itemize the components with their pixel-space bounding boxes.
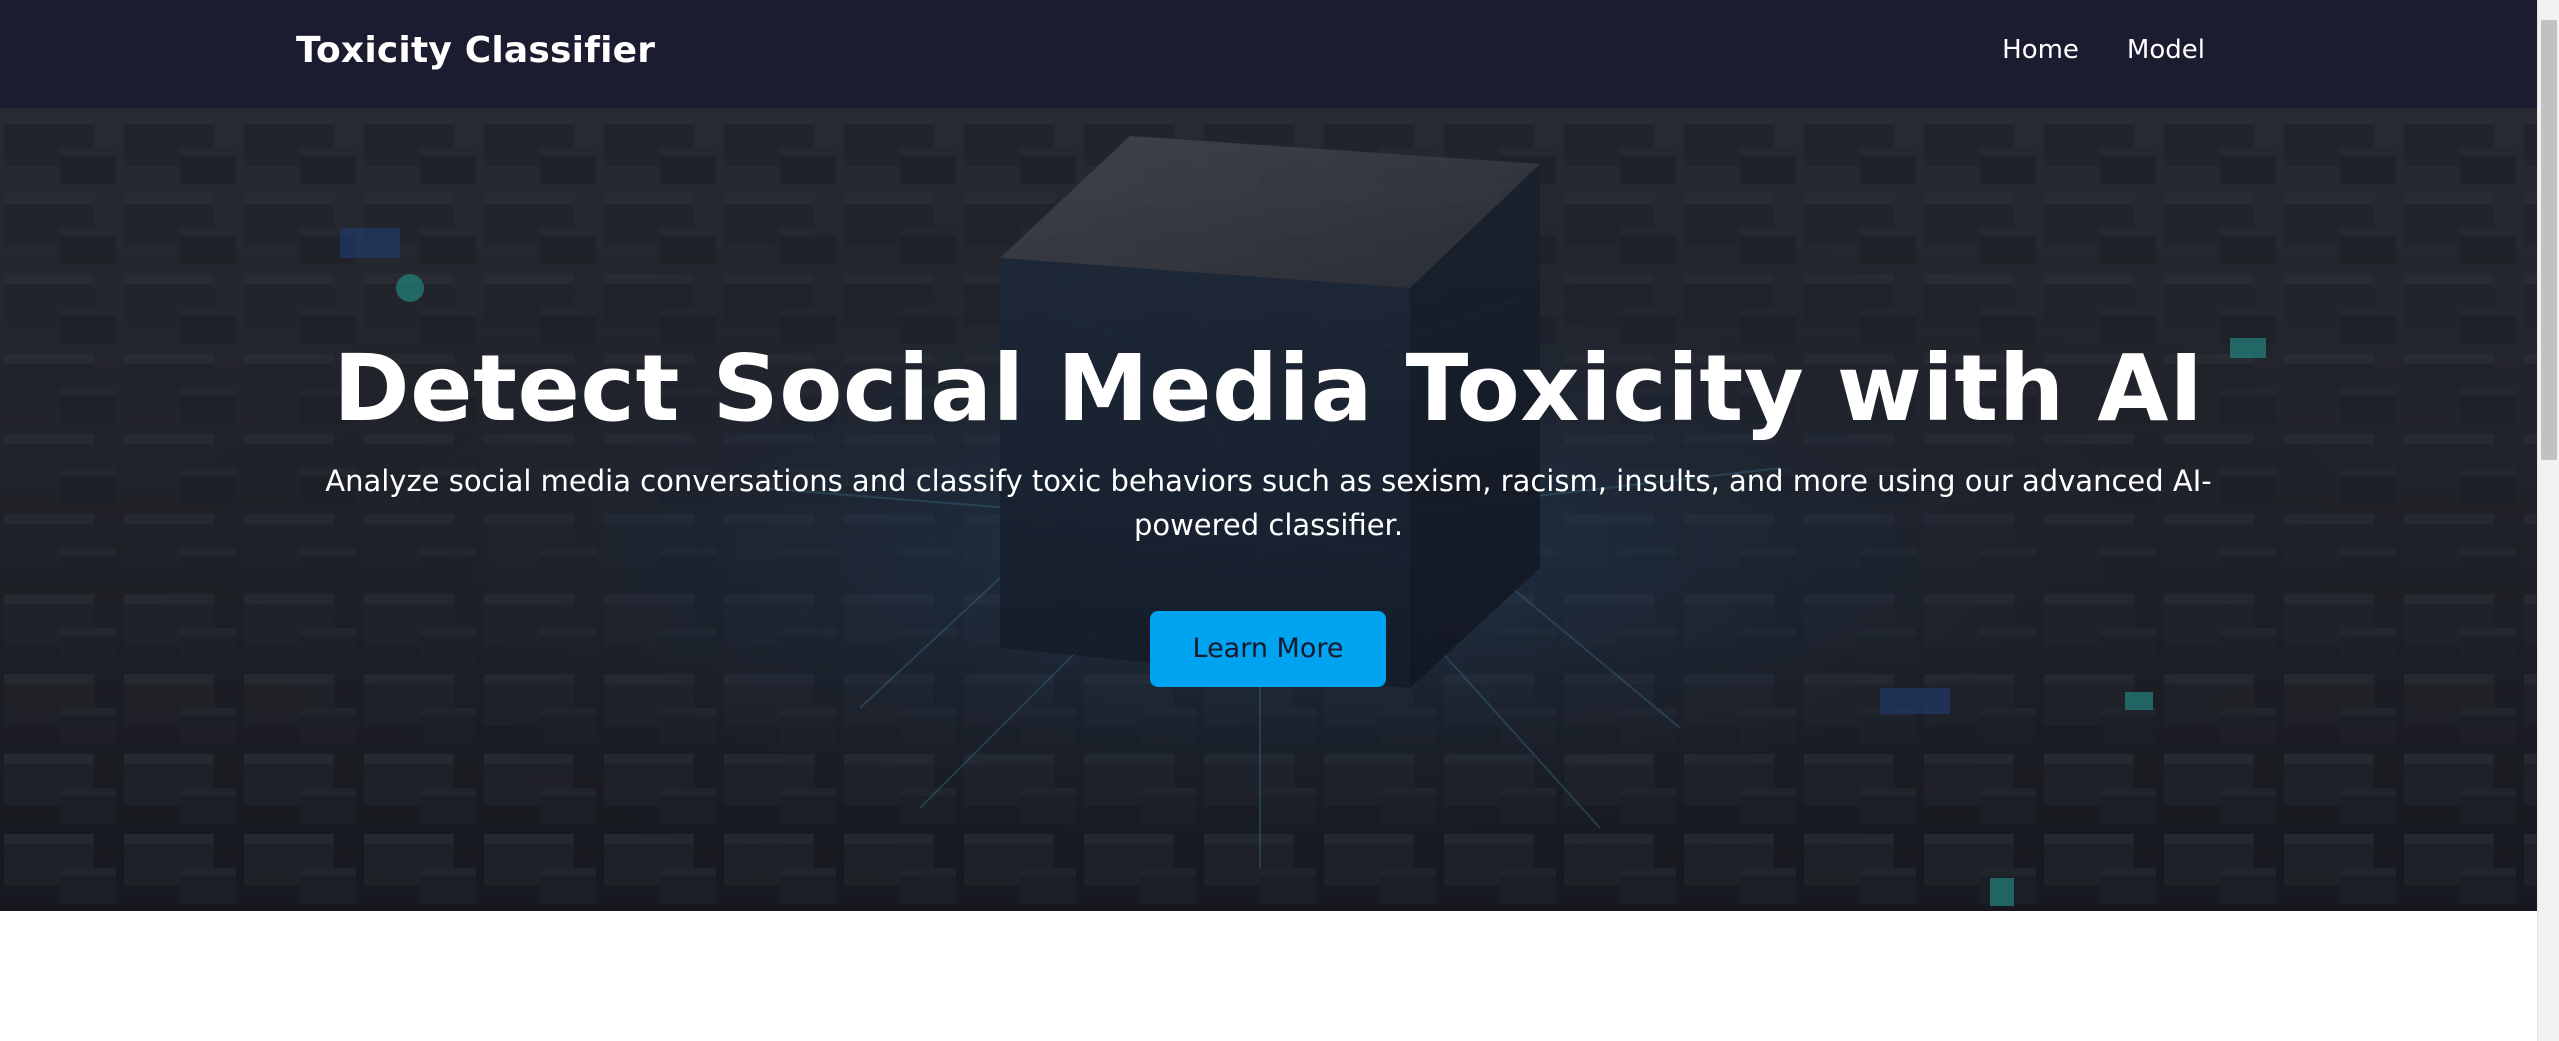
nav-link-model[interactable]: Model bbox=[2127, 32, 2205, 68]
nav-link-home[interactable]: Home bbox=[2002, 32, 2079, 68]
hero-subtitle: Analyze social media conversations and c… bbox=[325, 464, 2212, 542]
nav-links: Home Model bbox=[2002, 32, 2205, 68]
hero-section: Detect Social Media Toxicity with AI Ana… bbox=[0, 108, 2537, 911]
page-scrollbar[interactable] bbox=[2537, 0, 2559, 1041]
navbar: Toxicity Classifier Home Model bbox=[0, 0, 2537, 108]
hero-title: Detect Social Media Toxicity with AI bbox=[333, 335, 2204, 442]
scrollbar-thumb[interactable] bbox=[2541, 20, 2557, 460]
page-viewport: Toxicity Classifier Home Model Detect So… bbox=[0, 0, 2537, 1041]
brand-logo-text[interactable]: Toxicity Classifier bbox=[296, 26, 655, 76]
learn-more-button[interactable]: Learn More bbox=[1150, 611, 1386, 687]
